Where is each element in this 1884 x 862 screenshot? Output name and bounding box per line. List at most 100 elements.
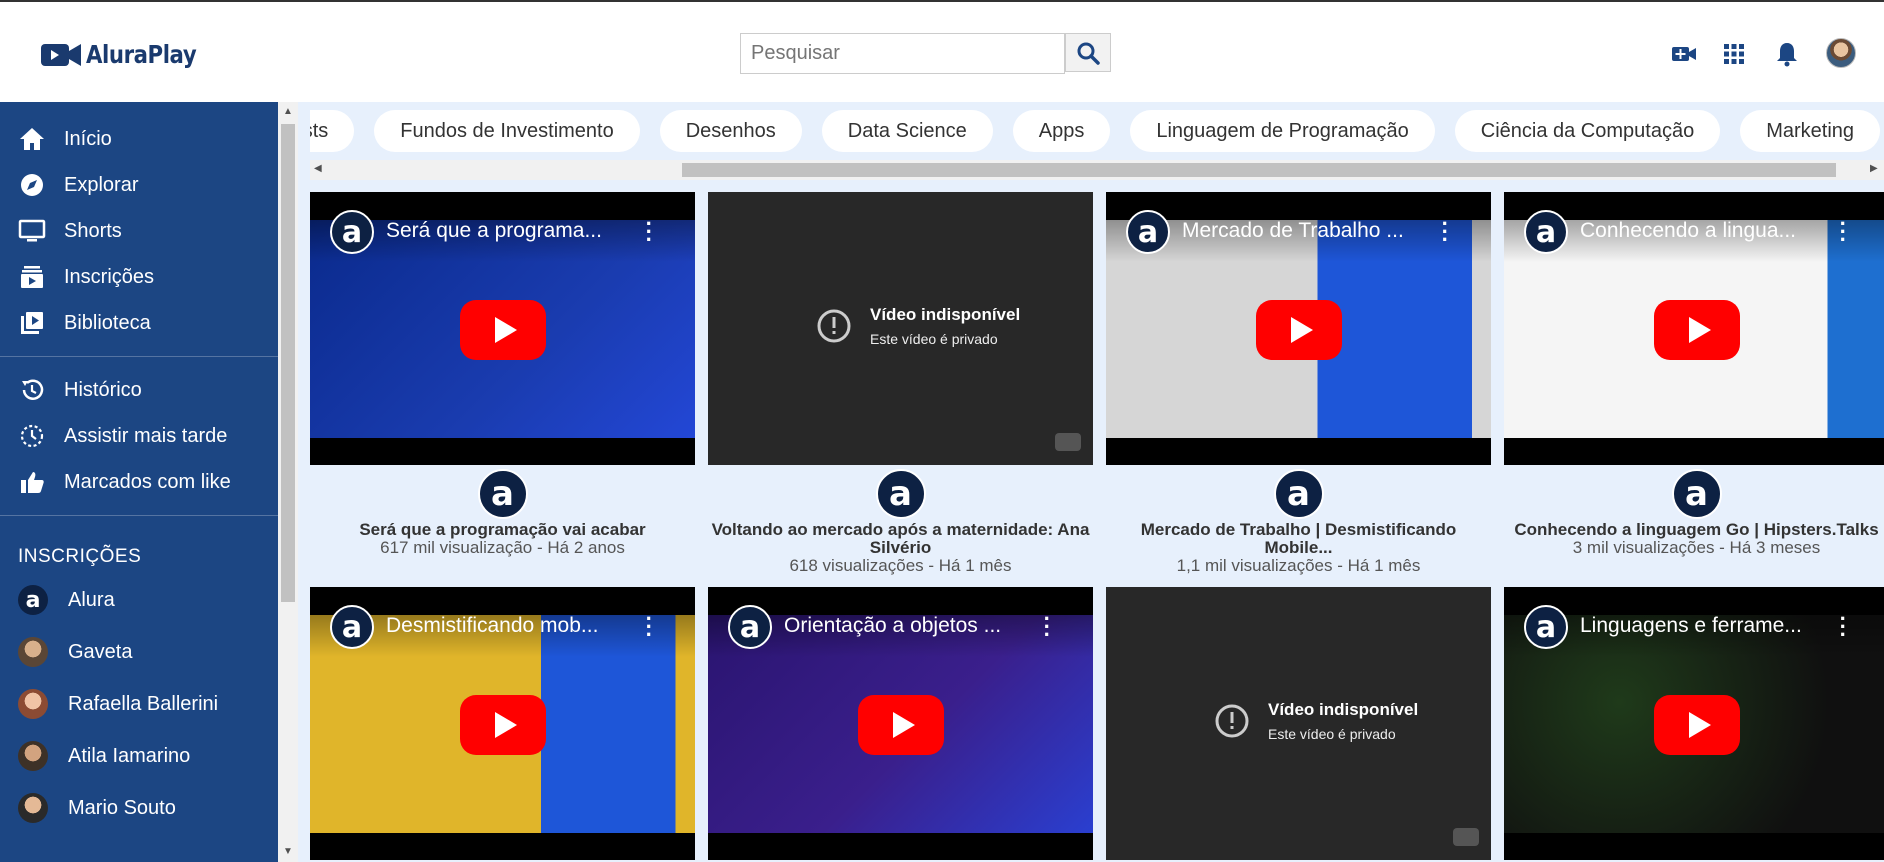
- more-options-icon[interactable]: · · ·: [1044, 608, 1051, 646]
- sidebar-scroll-thumb[interactable]: [281, 124, 295, 602]
- subscription-item-alura[interactable]: a Alura: [0, 574, 278, 626]
- video-thumbnail[interactable]: a Orientação a objetos ... · · ·: [708, 587, 1093, 860]
- more-options-icon[interactable]: · · ·: [1840, 213, 1847, 251]
- chip-fundos-de-investimento[interactable]: Fundos de Investimento: [374, 110, 640, 152]
- sidebar-item-marcados-com-like[interactable]: Marcados com like: [0, 459, 278, 505]
- video-thumbnail[interactable]: a Conhecendo a lingua... · · ·: [1504, 192, 1884, 465]
- video-overlay-title[interactable]: Linguagens e ferrame...: [1580, 614, 1830, 638]
- subscription-item-rafaella-ballerini[interactable]: Rafaella Ballerini: [0, 678, 278, 730]
- scroll-left-arrow-icon[interactable]: ◀: [314, 163, 322, 174]
- unavailable-title: Vídeo indisponível: [1268, 700, 1419, 719]
- youtube-logo-icon[interactable]: [1453, 828, 1479, 846]
- sidebar-item-biblioteca[interactable]: Biblioteca: [0, 300, 278, 346]
- sidebar-item-inscricoes[interactable]: Inscrições: [0, 254, 278, 300]
- subscription-item-gaveta[interactable]: Gaveta: [0, 626, 278, 678]
- video-thumbnail[interactable]: a Linguagens e ferrame... · · ·: [1504, 587, 1884, 860]
- grid-icon: [1724, 44, 1744, 64]
- scroll-right-arrow-icon[interactable]: ▶: [1870, 163, 1878, 174]
- alert-circle-icon: [817, 309, 851, 343]
- sidebar-item-explorar[interactable]: Explorar: [0, 162, 278, 208]
- channel-logo-icon: a: [330, 605, 374, 649]
- scroll-down-arrow-icon[interactable]: ▼: [283, 846, 293, 857]
- channel-avatar-icon[interactable]: a: [477, 469, 528, 519]
- video-plus-icon: [1672, 47, 1696, 61]
- video-overlay-title[interactable]: Orientação a objetos ...: [784, 614, 1034, 638]
- video-card[interactable]: Vídeo indisponível Este vídeo é privado: [1106, 587, 1491, 860]
- chips-horizontal-scrollbar[interactable]: ◀ ▶: [310, 160, 1884, 180]
- video-thumbnail[interactable]: a Desmistificando mob... · · ·: [310, 587, 695, 860]
- video-grid: a Será que a programa... · · · a Será que …: [310, 192, 1884, 860]
- video-overlay-title[interactable]: Mercado de Trabalho ...: [1182, 219, 1432, 243]
- scroll-up-arrow-icon[interactable]: ▲: [283, 106, 293, 117]
- subscription-name: Atila Iamarino: [68, 744, 191, 767]
- video-card[interactable]: Vídeo indisponível Este vídeo é privado …: [708, 192, 1093, 575]
- video-card[interactable]: a Mercado de Trabalho ... · · · a Mercado …: [1106, 192, 1491, 575]
- apps-button[interactable]: [1720, 40, 1748, 68]
- notifications-button[interactable]: [1773, 40, 1801, 68]
- sidebar-item-historico[interactable]: Histórico: [0, 367, 278, 413]
- video-title[interactable]: Conhecendo a linguagem Go | Hipsters.Tal…: [1504, 521, 1884, 539]
- play-button[interactable]: [858, 695, 944, 755]
- channel-logo-icon: a: [1524, 210, 1568, 254]
- play-button[interactable]: [1654, 300, 1740, 360]
- subscription-name: Rafaella Ballerini: [68, 692, 219, 715]
- search-button[interactable]: [1065, 33, 1111, 72]
- channel-logo-icon: a: [728, 605, 772, 649]
- more-options-icon[interactable]: · · ·: [646, 213, 653, 251]
- chip-desenhos[interactable]: Desenhos: [659, 110, 802, 152]
- chip-data-science[interactable]: Data Science: [821, 110, 993, 152]
- channel-avatar-icon[interactable]: a: [1671, 469, 1722, 519]
- shorts-icon: [18, 217, 46, 245]
- chip-marketing[interactable]: Marketing: [1740, 110, 1881, 152]
- sidebar-item-assistir-mais-tarde[interactable]: Assistir mais tarde: [0, 413, 278, 459]
- sidebar-divider: [0, 356, 278, 357]
- unavailable-title: Vídeo indisponível: [870, 305, 1021, 324]
- chip-linguagem-de-programacao[interactable]: Linguagem de Programação: [1130, 110, 1435, 152]
- video-info: 618 visualizações - Há 1 mês: [789, 556, 1012, 575]
- video-title[interactable]: Voltando ao mercado após a maternidade: …: [708, 521, 1093, 557]
- channel-avatar-icon[interactable]: a: [875, 469, 926, 519]
- chip-ciencia-da-computacao[interactable]: Ciência da Computação: [1454, 110, 1721, 152]
- channel-avatar-icon[interactable]: a: [1273, 469, 1324, 519]
- search-input[interactable]: [740, 33, 1065, 74]
- video-card[interactable]: a Orientação a objetos ... · · ·: [708, 587, 1093, 860]
- video-overlay-title[interactable]: Desmistificando mob...: [386, 614, 636, 638]
- sidebar-item-label: Shorts: [64, 219, 122, 242]
- video-title[interactable]: Mercado de Trabalho | Desmistificando Mo…: [1106, 521, 1491, 557]
- sidebar-item-label: Início: [64, 127, 112, 150]
- camera-logo-icon: [40, 42, 82, 68]
- history-icon: [18, 376, 46, 404]
- sidebar-item-shorts[interactable]: Shorts: [0, 208, 278, 254]
- create-video-button[interactable]: [1670, 40, 1698, 68]
- user-avatar[interactable]: [1826, 38, 1856, 68]
- video-overlay-title[interactable]: Conhecendo a lingua...: [1580, 219, 1830, 243]
- play-button[interactable]: [460, 695, 546, 755]
- play-button[interactable]: [1654, 695, 1740, 755]
- more-options-icon[interactable]: · · ·: [646, 608, 653, 646]
- video-card[interactable]: a Desmistificando mob... · · ·: [310, 587, 695, 860]
- logo-text: AluraPlay: [86, 40, 197, 69]
- alura-play-logo[interactable]: AluraPlay: [40, 40, 216, 69]
- chip-podcasts[interactable]: Podcasts: [310, 110, 355, 152]
- video-card[interactable]: a Será que a programa... · · · a Será que …: [310, 192, 695, 575]
- video-title[interactable]: Será que a programação vai acabar: [310, 521, 695, 539]
- more-options-icon[interactable]: · · ·: [1840, 608, 1847, 646]
- chip-apps[interactable]: Apps: [1012, 110, 1111, 152]
- youtube-logo-icon[interactable]: [1055, 433, 1081, 451]
- play-button[interactable]: [1256, 300, 1342, 360]
- play-button[interactable]: [460, 300, 546, 360]
- unavailable-subtitle: Este vídeo é privado: [1268, 726, 1396, 742]
- video-thumbnail[interactable]: a Mercado de Trabalho ... · · ·: [1106, 192, 1491, 465]
- chips-scroll-thumb[interactable]: [682, 163, 1836, 177]
- sidebar-scrollbar[interactable]: ▲ ▼: [278, 102, 298, 862]
- video-card[interactable]: a Conhecendo a lingua... · · · a Conhecend…: [1504, 192, 1884, 575]
- video-overlay-title[interactable]: Será que a programa...: [386, 219, 636, 243]
- subscription-item-mario-souto[interactable]: Mario Souto: [0, 782, 278, 834]
- subscription-item-atila-iamarino[interactable]: Atila Iamarino: [0, 730, 278, 782]
- video-card[interactable]: a Linguagens e ferrame... · · ·: [1504, 587, 1884, 860]
- video-thumbnail[interactable]: a Será que a programa... · · ·: [310, 192, 695, 465]
- sidebar-item-label: Biblioteca: [64, 311, 151, 334]
- video-unavailable-placeholder: Vídeo indisponível Este vídeo é privado: [1106, 587, 1491, 860]
- more-options-icon[interactable]: · · ·: [1442, 213, 1449, 251]
- sidebar-item-inicio[interactable]: Início: [0, 116, 278, 162]
